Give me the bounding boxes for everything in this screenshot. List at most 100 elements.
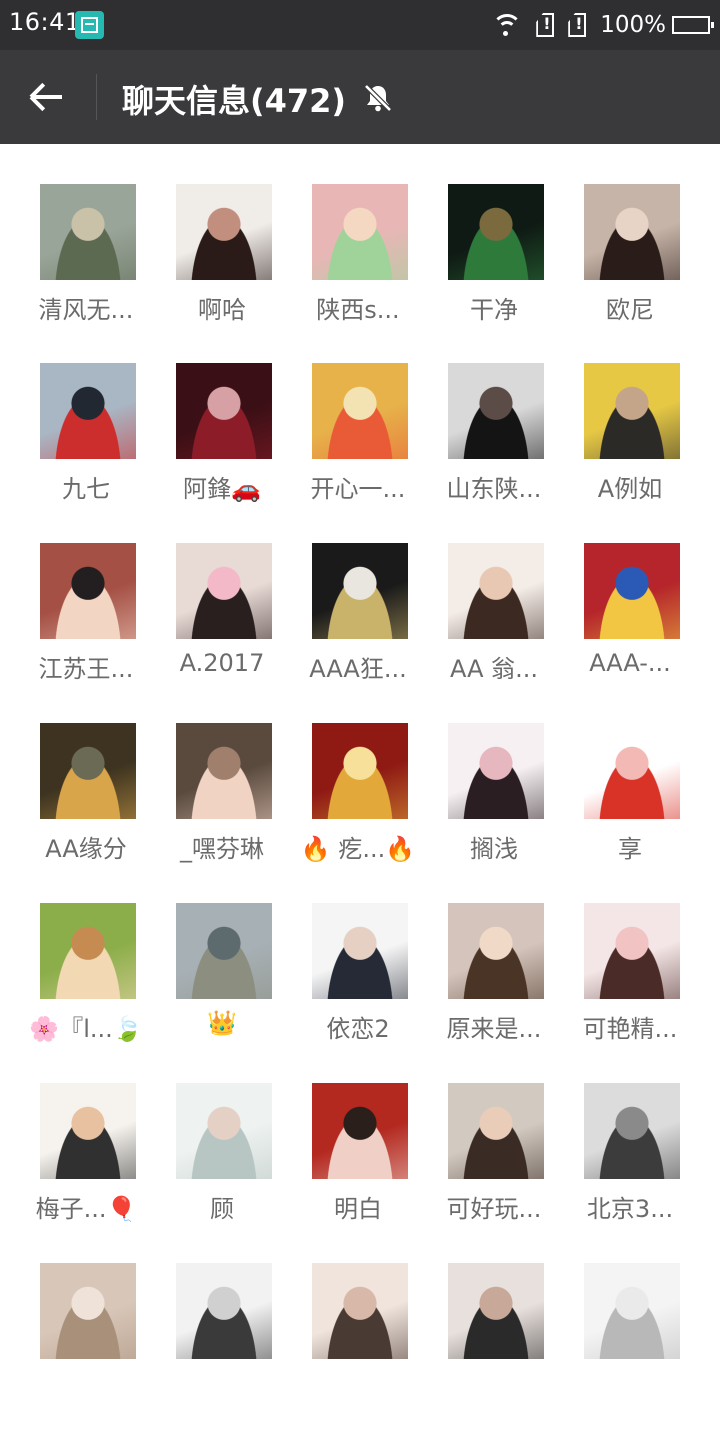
member-item[interactable]: 享: [562, 723, 698, 893]
member-name: AA 翁...: [449, 655, 539, 683]
member-name: AA缘分: [45, 835, 127, 863]
member-avatar[interactable]: [584, 1263, 680, 1359]
member-item[interactable]: 依恋2: [290, 903, 426, 1073]
member-avatar[interactable]: [40, 543, 136, 639]
member-avatar[interactable]: [448, 903, 544, 999]
member-item[interactable]: A.2017: [154, 543, 290, 713]
member-avatar[interactable]: [584, 1083, 680, 1179]
member-avatar[interactable]: [176, 363, 272, 459]
member-item[interactable]: 清风无...: [18, 184, 154, 354]
member-name: 可艳精...: [582, 1015, 678, 1043]
member-item[interactable]: AAA狂...: [290, 543, 426, 713]
member-avatar[interactable]: [312, 184, 408, 280]
status-time: 16:41: [9, 8, 81, 36]
member-item[interactable]: 可艳精...: [562, 903, 698, 1073]
member-item[interactable]: 可好玩...: [426, 1083, 562, 1253]
member-item[interactable]: 搁浅: [426, 723, 562, 893]
member-item[interactable]: 山东陕...: [426, 363, 562, 533]
member-avatar[interactable]: [448, 184, 544, 280]
member-avatar[interactable]: [448, 723, 544, 819]
member-avatar[interactable]: [40, 363, 136, 459]
member-avatar[interactable]: [584, 363, 680, 459]
member-avatar[interactable]: [448, 543, 544, 639]
member-item[interactable]: 江苏王...: [18, 543, 154, 713]
member-avatar[interactable]: [40, 903, 136, 999]
member-avatar[interactable]: [176, 723, 272, 819]
member-item[interactable]: 九七: [18, 363, 154, 533]
member-item[interactable]: AAA-...: [562, 543, 698, 713]
member-item[interactable]: [154, 1263, 290, 1433]
member-item[interactable]: [290, 1263, 426, 1433]
member-item[interactable]: 梅子...🎈: [18, 1083, 154, 1253]
member-name: 享: [618, 835, 642, 863]
member-avatar[interactable]: [312, 1083, 408, 1179]
member-item[interactable]: [426, 1263, 562, 1433]
member-avatar[interactable]: [448, 1263, 544, 1359]
member-avatar[interactable]: [176, 903, 272, 999]
mute-bell-icon: [364, 84, 392, 112]
member-item[interactable]: 🔥 疙...🔥: [290, 723, 426, 893]
member-avatar[interactable]: [448, 1083, 544, 1179]
member-avatar[interactable]: [40, 1083, 136, 1179]
member-avatar[interactable]: [40, 184, 136, 280]
screenshot-scan-icon: [75, 11, 104, 39]
member-name: _嘿芬琳: [180, 835, 264, 863]
member-name: 🔥 疙...🔥: [300, 835, 416, 863]
member-item[interactable]: 开心一...: [290, 363, 426, 533]
member-name: AAA狂...: [309, 655, 407, 683]
member-avatar[interactable]: [176, 1083, 272, 1179]
member-avatar[interactable]: [584, 723, 680, 819]
member-avatar[interactable]: [584, 543, 680, 639]
member-item[interactable]: 陕西s...: [290, 184, 426, 354]
member-avatar[interactable]: [584, 184, 680, 280]
sim-card-2-icon: [568, 13, 587, 37]
member-avatar[interactable]: [312, 363, 408, 459]
member-avatar[interactable]: [176, 184, 272, 280]
sim-card-1-icon: [536, 13, 555, 37]
member-name: A例如: [597, 475, 663, 503]
member-avatar[interactable]: [176, 1263, 272, 1359]
member-name: 啊哈: [198, 296, 246, 324]
member-item[interactable]: AA缘分: [18, 723, 154, 893]
battery-percent: 100%: [600, 12, 666, 38]
member-name: 梅子...🎈: [35, 1195, 137, 1223]
member-item[interactable]: 👑: [154, 903, 290, 1073]
member-name: 干净: [470, 296, 518, 324]
member-item[interactable]: [562, 1263, 698, 1433]
member-avatar[interactable]: [448, 363, 544, 459]
member-name: 搁浅: [470, 835, 518, 863]
member-item[interactable]: 明白: [290, 1083, 426, 1253]
member-name: 顾: [210, 1195, 234, 1223]
member-avatar[interactable]: [176, 543, 272, 639]
member-avatar[interactable]: [40, 723, 136, 819]
battery-icon: [672, 16, 714, 34]
member-name: 👑: [207, 1009, 237, 1037]
member-name: 清风无...: [38, 296, 134, 324]
back-arrow-icon[interactable]: [24, 76, 72, 120]
member-item[interactable]: 原来是...: [426, 903, 562, 1073]
member-avatar[interactable]: [40, 1263, 136, 1359]
member-item[interactable]: AA 翁...: [426, 543, 562, 713]
member-item[interactable]: [18, 1263, 154, 1433]
member-avatar[interactable]: [584, 903, 680, 999]
member-name: 开心一...: [310, 475, 406, 503]
member-avatar[interactable]: [312, 903, 408, 999]
member-name: 明白: [334, 1195, 382, 1223]
member-item[interactable]: 干净: [426, 184, 562, 354]
member-name: 山东陕...: [446, 475, 542, 503]
member-item[interactable]: 啊哈: [154, 184, 290, 354]
member-item[interactable]: _嘿芬琳: [154, 723, 290, 893]
title-divider: [96, 74, 97, 120]
member-item[interactable]: 顾: [154, 1083, 290, 1253]
status-bar: 16:41 100%: [0, 0, 720, 50]
member-item[interactable]: A例如: [562, 363, 698, 533]
member-name: 🌸『l...🍃: [29, 1015, 143, 1043]
member-avatar[interactable]: [312, 543, 408, 639]
member-avatar[interactable]: [312, 723, 408, 819]
member-item[interactable]: 欧尼: [562, 184, 698, 354]
member-item[interactable]: 阿鋒🚗: [154, 363, 290, 533]
page-title: 聊天信息(472): [122, 82, 347, 120]
member-item[interactable]: 北京3...: [562, 1083, 698, 1253]
member-avatar[interactable]: [312, 1263, 408, 1359]
member-item[interactable]: 🌸『l...🍃: [18, 903, 154, 1073]
